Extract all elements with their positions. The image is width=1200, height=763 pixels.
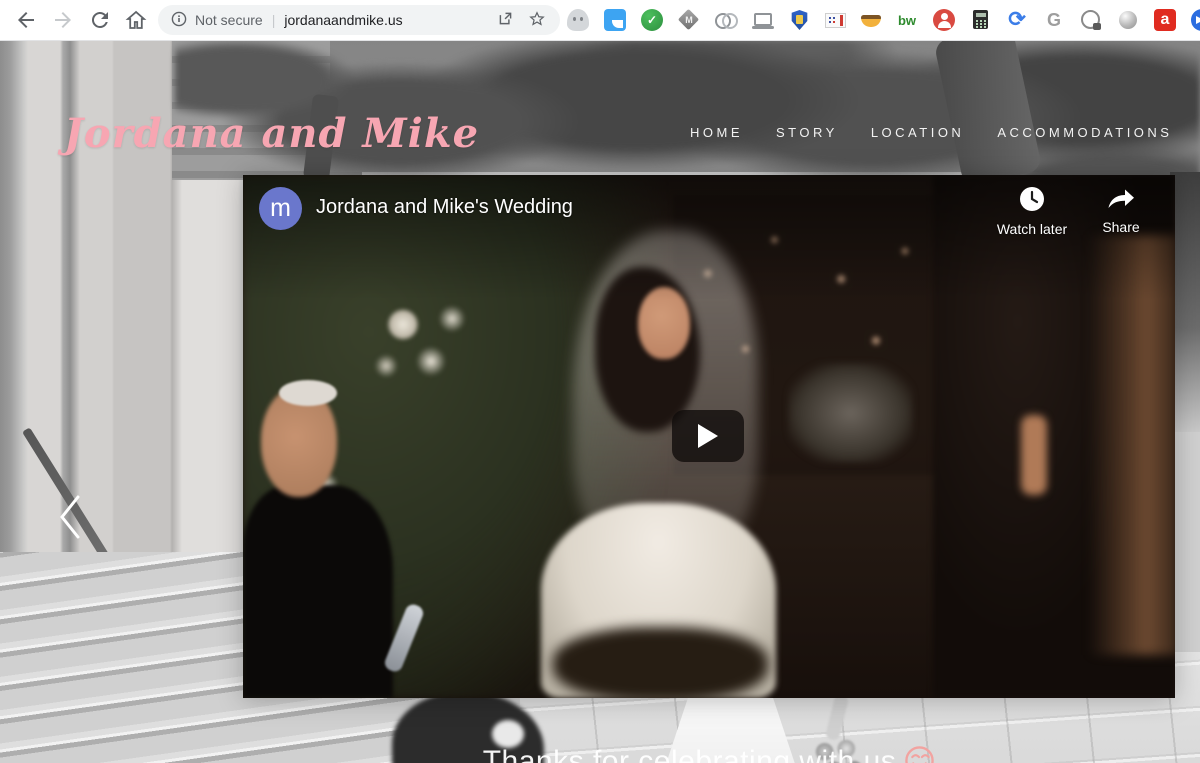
video-guest-dress bbox=[788, 363, 913, 463]
green-check-icon[interactable]: ✓ bbox=[641, 9, 663, 31]
check-glyph: ✓ bbox=[646, 13, 658, 27]
address-bar[interactable]: Not secure | jordanaandmike.us bbox=[158, 5, 560, 35]
open-in-new-icon[interactable] bbox=[497, 10, 514, 30]
video-groom-neck bbox=[1021, 415, 1047, 495]
bw-icon[interactable]: bw bbox=[896, 9, 918, 31]
wedding-site-page: Jordana and Mike HOME STORY LOCATION ACC… bbox=[0, 40, 1200, 763]
pages-icon[interactable] bbox=[604, 9, 626, 31]
forward-button[interactable] bbox=[51, 8, 75, 32]
share-button[interactable]: Share bbox=[1088, 185, 1154, 235]
site-logo[interactable]: Jordana and Mike bbox=[64, 110, 479, 157]
diamond-glyph: M bbox=[685, 15, 693, 25]
bookmark-star-icon[interactable] bbox=[528, 10, 546, 31]
sphere-icon[interactable] bbox=[1119, 11, 1137, 29]
extensions-row: ✓ M bw ⟳ G a bbox=[567, 9, 1200, 31]
play-button[interactable] bbox=[672, 410, 744, 462]
clock-icon bbox=[1020, 187, 1044, 211]
share-label: Share bbox=[1102, 219, 1140, 235]
hero-caption: Thanks for celebrating with us February … bbox=[243, 743, 1175, 763]
watch-later-label: Watch later bbox=[996, 221, 1068, 237]
back-button[interactable] bbox=[14, 8, 38, 32]
play-icon bbox=[698, 424, 718, 448]
channel-avatar[interactable]: m bbox=[259, 187, 302, 230]
share-arrow-icon bbox=[1108, 189, 1134, 208]
flag-icon[interactable] bbox=[825, 13, 846, 28]
refresh-button[interactable] bbox=[88, 8, 112, 32]
ghost-icon[interactable] bbox=[567, 9, 589, 31]
video-title[interactable]: Jordana and Mike's Wedding bbox=[316, 196, 573, 219]
clock-lock-icon[interactable] bbox=[1080, 9, 1102, 31]
video-rabbi-suit bbox=[243, 485, 393, 698]
google-g-icon[interactable]: G bbox=[1043, 9, 1065, 31]
rings-icon[interactable] bbox=[715, 9, 738, 31]
url-text: jordanaandmike.us bbox=[284, 12, 403, 28]
red-a-icon[interactable]: a bbox=[1154, 9, 1176, 31]
sync-icon[interactable]: ⟳ bbox=[1006, 9, 1028, 31]
calculator-icon[interactable] bbox=[973, 10, 988, 29]
video-player[interactable]: m Jordana and Mike's Wedding Watch later… bbox=[243, 175, 1175, 698]
taco-icon[interactable] bbox=[861, 15, 881, 27]
browser-toolbar: Not secure | jordanaandmike.us ✓ M bw ⟳ … bbox=[0, 0, 1200, 41]
winking-emoji-icon bbox=[905, 746, 935, 763]
nav-item-location[interactable]: LOCATION bbox=[871, 125, 965, 140]
nav-item-home[interactable]: HOME bbox=[690, 125, 743, 140]
video-flowers bbox=[361, 290, 501, 405]
thanks-line: Thanks for celebrating with us bbox=[243, 743, 1175, 763]
watch-later-button[interactable]: Watch later bbox=[985, 185, 1079, 237]
site-nav: HOME STORY LOCATION ACCOMMODATIONS GALLE… bbox=[690, 125, 1200, 140]
video-mic-windscreen bbox=[553, 627, 768, 698]
home-button[interactable] bbox=[124, 8, 148, 32]
chevron-left-icon bbox=[60, 495, 80, 539]
security-label[interactable]: Not secure bbox=[195, 12, 263, 28]
url-separator: | bbox=[271, 12, 276, 28]
info-icon[interactable] bbox=[171, 11, 187, 30]
video-kippah bbox=[279, 380, 337, 406]
carousel-prev-button[interactable] bbox=[58, 494, 82, 545]
nav-item-accommodations[interactable]: ACCOMMODATIONS bbox=[997, 125, 1172, 140]
blue-circle-icon[interactable] bbox=[1191, 9, 1200, 31]
shield-icon[interactable] bbox=[791, 10, 808, 30]
thanks-text: Thanks for celebrating with us bbox=[482, 745, 897, 763]
diamond-m-icon[interactable]: M bbox=[678, 9, 700, 31]
person-badge-icon[interactable] bbox=[933, 9, 955, 31]
nav-item-story[interactable]: STORY bbox=[776, 125, 838, 140]
laptop-icon[interactable] bbox=[752, 9, 774, 31]
